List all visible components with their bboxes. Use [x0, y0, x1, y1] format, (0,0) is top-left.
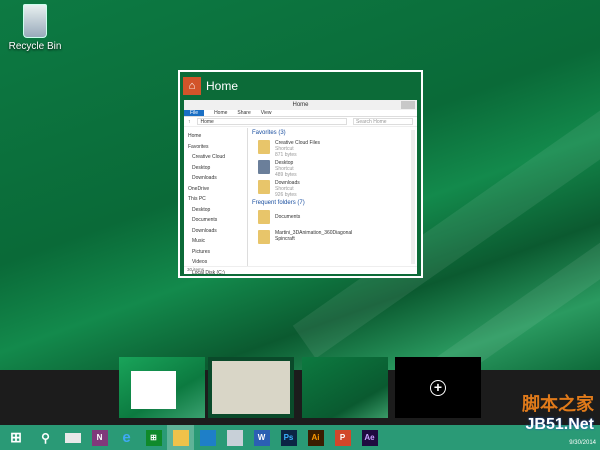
task-view-icon — [65, 433, 81, 443]
network-button[interactable] — [221, 425, 248, 450]
item-size: 871 bytes — [275, 152, 320, 158]
tab-view[interactable]: View — [261, 110, 272, 116]
status-bar: 30 items — [184, 266, 417, 274]
internet-explorer-button[interactable]: e — [113, 425, 140, 450]
recycle-bin-label: Recycle Bin — [9, 41, 62, 52]
task-view-desktops-bar — [0, 370, 600, 425]
tab-file[interactable]: File — [184, 110, 204, 116]
word-icon: W — [254, 430, 270, 446]
nav-item[interactable]: Pictures — [188, 247, 243, 258]
tab-share[interactable]: Share — [237, 110, 250, 116]
list-item[interactable]: Martini_3DAnimation_360Diagonal Spincraf… — [252, 230, 407, 250]
nav-item[interactable]: Music — [188, 236, 243, 247]
downloads-folder-icon — [258, 180, 270, 194]
nav-item[interactable]: Creative Cloud — [188, 152, 243, 163]
watermark: 脚本之家JB51.Net — [522, 390, 594, 434]
watermark-line2: JB51.Net — [522, 416, 594, 434]
address-bar[interactable]: Home — [197, 118, 348, 125]
preview-title: Home — [206, 79, 238, 93]
network-icon — [227, 430, 243, 446]
list-item[interactable]: DesktopShortcut489 bytes — [252, 160, 407, 180]
nav-item[interactable]: Documents — [188, 215, 243, 226]
recycle-bin-icon — [23, 4, 47, 38]
up-arrow-icon[interactable]: ↑ — [188, 119, 191, 125]
nav-item[interactable]: Downloads — [188, 173, 243, 184]
store-button[interactable]: ⊞ — [140, 425, 167, 450]
search-input[interactable]: Search Home — [353, 118, 413, 125]
illustrator-icon: Ai — [308, 430, 324, 446]
folder-icon — [258, 230, 270, 244]
file-explorer-button[interactable] — [167, 425, 194, 450]
navigation-pane: Home Favorites Creative Cloud Desktop Do… — [184, 128, 248, 266]
powerpoint-icon: P — [335, 430, 351, 446]
plus-icon: + — [430, 380, 446, 396]
after-effects-button[interactable]: Ae — [356, 425, 383, 450]
list-item[interactable]: DownloadsShortcut926 bytes — [252, 180, 407, 200]
desktop-thumbnail-1[interactable] — [119, 357, 205, 418]
onenote-button[interactable]: N — [86, 425, 113, 450]
content-pane: Favorites (3) Creative Cloud FilesShortc… — [252, 130, 407, 266]
desktop-thumbnail-2[interactable] — [208, 357, 294, 418]
scrollbar[interactable] — [411, 130, 415, 264]
list-item[interactable]: Creative Cloud FilesShortcut871 bytes — [252, 140, 407, 160]
photoshop-button[interactable]: Ps — [275, 425, 302, 450]
folder-icon — [258, 140, 270, 154]
window-preview[interactable]: ⌂ Home Home File Home Share View ↑ Home Sea… — [178, 70, 423, 278]
start-button[interactable]: ⊞ — [0, 425, 32, 450]
internet-explorer-icon: e — [119, 430, 135, 446]
nav-item[interactable]: Home — [188, 131, 243, 142]
item-name: Martini_3DAnimation_360Diagonal Spincraf… — [275, 230, 355, 242]
group-header-favorites[interactable]: Favorites (3) — [252, 130, 407, 140]
desktop-icon — [258, 160, 270, 174]
add-desktop-button[interactable]: + — [395, 357, 481, 418]
powerpoint-button[interactable]: P — [329, 425, 356, 450]
group-header-frequent[interactable]: Frequent folders (7) — [252, 200, 407, 210]
folder-icon — [173, 430, 189, 446]
item-size: 489 bytes — [275, 172, 297, 178]
watermark-line1: 脚本之家 — [522, 390, 594, 416]
clock-date[interactable]: 9/30/2014 — [569, 440, 596, 446]
search-button[interactable]: ⚲ — [32, 425, 59, 450]
window-controls[interactable] — [401, 101, 415, 109]
after-effects-icon: Ae — [362, 430, 378, 446]
photoshop-icon: Ps — [281, 430, 297, 446]
nav-item[interactable]: OneDrive — [188, 184, 243, 195]
onenote-icon: N — [92, 430, 108, 446]
nav-item[interactable]: Desktop — [188, 163, 243, 174]
nav-item[interactable]: Desktop — [188, 205, 243, 216]
photos-button[interactable] — [194, 425, 221, 450]
nav-item[interactable]: Downloads — [188, 226, 243, 237]
home-icon: ⌂ — [183, 77, 201, 95]
explorer-title: Home — [292, 102, 308, 108]
word-button[interactable]: W — [248, 425, 275, 450]
illustrator-button[interactable]: Ai — [302, 425, 329, 450]
task-view-button[interactable] — [59, 425, 86, 450]
file-explorer-window: Home File Home Share View ↑ Home Search Ho… — [184, 100, 417, 274]
item-size: 926 bytes — [275, 192, 300, 198]
list-item[interactable]: Documents — [252, 210, 407, 230]
desktop-thumbnail-3[interactable] — [302, 357, 388, 418]
store-icon: ⊞ — [146, 430, 162, 446]
nav-item[interactable]: Favorites — [188, 142, 243, 153]
tab-home[interactable]: Home — [214, 110, 227, 116]
folder-icon — [258, 210, 270, 224]
windows-logo-icon: ⊞ — [8, 430, 24, 446]
nav-item[interactable]: This PC — [188, 194, 243, 205]
photos-icon — [200, 430, 216, 446]
recycle-bin[interactable]: Recycle Bin — [8, 4, 62, 52]
item-name: Documents — [275, 210, 300, 220]
search-icon: ⚲ — [38, 430, 54, 446]
taskbar: ⊞ ⚲ N e ⊞ W Ps Ai P Ae — [0, 425, 600, 450]
